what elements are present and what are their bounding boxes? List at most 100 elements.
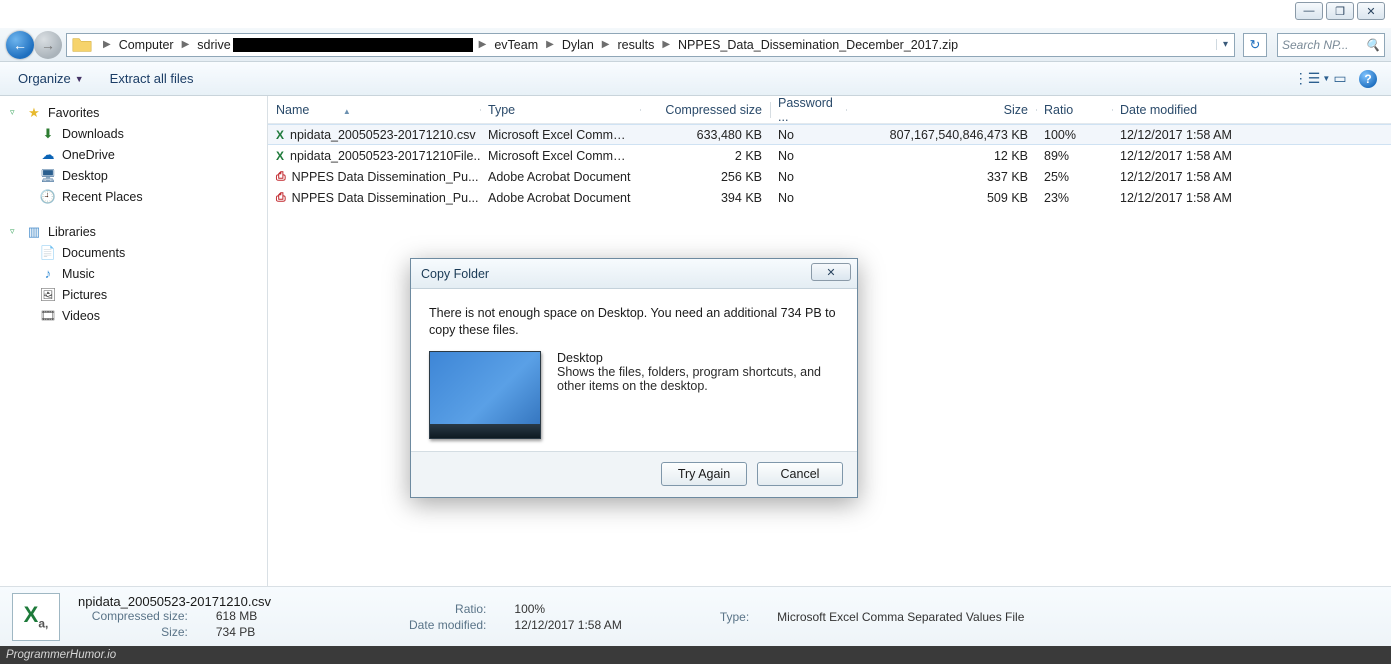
refresh-button[interactable]: ↻	[1243, 33, 1267, 57]
file-row[interactable]: ⎙NPPES Data Dissemination_Pu...Adobe Acr…	[268, 166, 1391, 187]
column-headers: Name ▲ Type Compressed size Password ...…	[268, 96, 1391, 124]
breadcrumb-segment[interactable]: results	[616, 36, 657, 54]
file-password: No	[770, 170, 846, 184]
tree-libraries-header[interactable]: ▿ ▥ Libraries	[0, 221, 267, 242]
breadcrumb-segment[interactable]: sdrive	[195, 36, 232, 54]
extract-all-button[interactable]: Extract all files	[104, 67, 200, 90]
file-compressed: 256 KB	[640, 170, 770, 184]
chevron-right-icon: ▶	[473, 39, 493, 50]
close-window-button[interactable]: ✕	[1357, 2, 1385, 20]
watermark-text: ProgrammerHumor.io	[6, 649, 116, 661]
details-value: 734 PB	[216, 625, 271, 639]
libraries-icon: ▥	[26, 224, 42, 240]
redacted-segment	[233, 38, 473, 52]
file-name: npidata_20050523-20171210File...	[290, 149, 480, 163]
breadcrumb-segment[interactable]: evTeam	[492, 36, 540, 54]
col-type[interactable]: Type	[480, 103, 640, 117]
file-size: 509 KB	[846, 191, 1036, 205]
tree-item[interactable]: 📄Documents	[0, 242, 267, 263]
file-row[interactable]: Xnpidata_20050523-20171210.csvMicrosoft …	[268, 124, 1391, 145]
chevron-down-icon: ▼	[75, 74, 84, 84]
file-date: 12/12/2017 1:58 AM	[1112, 149, 1272, 163]
minimize-button[interactable]: —	[1295, 2, 1323, 20]
file-thumbnail: Xa,	[12, 593, 60, 641]
col-size[interactable]: Size	[846, 103, 1036, 117]
chevron-right-icon: ▶	[596, 39, 616, 50]
file-size: 807,167,540,846,473 KB	[846, 128, 1036, 142]
tree-item-label: OneDrive	[62, 148, 115, 162]
view-icon: ⋮☰	[1294, 70, 1321, 87]
onedrive-icon: ☁	[40, 147, 56, 163]
start-orb-icon	[434, 424, 446, 436]
file-ratio: 89%	[1036, 149, 1112, 163]
desktop-icon: 🖥	[40, 168, 56, 184]
details-value: Microsoft Excel Comma Separated Values F…	[777, 610, 1024, 624]
details-value: 12/12/2017 1:58 AM	[514, 618, 621, 632]
cancel-button[interactable]: Cancel	[757, 462, 843, 486]
tree-item[interactable]: 🖥 Desktop	[0, 165, 267, 186]
forward-button[interactable]: →	[34, 31, 62, 59]
extract-label: Extract all files	[110, 71, 194, 86]
back-button[interactable]: ←	[6, 31, 34, 59]
help-button[interactable]: ?	[1357, 68, 1379, 90]
tree-item[interactable]: 🖼Pictures	[0, 284, 267, 305]
window-control-group: — ❐ ✕	[1295, 2, 1385, 20]
help-icon: ?	[1359, 70, 1377, 88]
preview-pane-button[interactable]: ▭	[1329, 68, 1351, 90]
search-icon: 🔍	[1365, 38, 1380, 52]
tree-item-label: Recent Places	[62, 190, 143, 204]
file-compressed: 2 KB	[640, 149, 770, 163]
tree-favorites-header[interactable]: ▿ ★ Favorites	[0, 102, 267, 123]
details-label: Type:	[720, 610, 753, 624]
address-dropdown[interactable]: ▾	[1216, 39, 1234, 50]
file-compressed: 633,480 KB	[640, 128, 770, 142]
col-ratio[interactable]: Ratio	[1036, 103, 1112, 117]
navigation-tree[interactable]: ▿ ★ Favorites ⬇Downloads ☁ OneDrive 🖥 Deskto…	[0, 96, 268, 586]
dialog-titlebar[interactable]: Copy Folder ✕	[411, 259, 857, 289]
search-input[interactable]: Search NP... 🔍	[1277, 33, 1385, 57]
tree-item[interactable]: ☁ OneDrive	[0, 144, 267, 165]
view-options-button[interactable]: ⋮☰ ▼	[1301, 68, 1323, 90]
col-compressed[interactable]: Compressed size	[640, 103, 770, 117]
organize-menu[interactable]: Organize ▼	[12, 67, 90, 90]
dialog-close-button[interactable]: ✕	[811, 263, 851, 281]
dest-name: Desktop	[557, 351, 827, 365]
music-icon: ♪	[40, 266, 56, 282]
tree-item-label: Desktop	[62, 169, 108, 183]
sort-asc-icon: ▲	[343, 107, 351, 116]
file-ratio: 23%	[1036, 191, 1112, 205]
recent-icon: 🕘	[40, 189, 56, 205]
maximize-button[interactable]: ❐	[1326, 2, 1354, 20]
organize-label: Organize	[18, 71, 71, 86]
pdf-icon: ⎙	[276, 169, 286, 185]
address-bar[interactable]: ▶Computer▶sdrive▶evTeam▶Dylan▶results▶NP…	[66, 33, 1235, 57]
desktop-thumbnail	[429, 351, 541, 439]
col-name[interactable]: Name ▲	[268, 103, 480, 117]
dialog-title: Copy Folder	[421, 267, 489, 281]
breadcrumb-segment[interactable]: NPPES_Data_Dissemination_December_2017.z…	[676, 36, 960, 54]
pictures-icon: 🖼	[40, 287, 56, 303]
col-password[interactable]: Password ...	[770, 96, 846, 124]
chevron-right-icon: ▶	[176, 39, 196, 50]
file-row[interactable]: ⎙NPPES Data Dissemination_Pu...Adobe Acr…	[268, 187, 1391, 208]
tree-item[interactable]: ⬇Downloads	[0, 123, 267, 144]
tree-item[interactable]: 🎞Videos	[0, 305, 267, 326]
details-filename: npidata_20050523-20171210.csv	[78, 594, 271, 609]
breadcrumb: ▶Computer▶sdrive▶evTeam▶Dylan▶results▶NP…	[97, 36, 1216, 54]
try-again-button[interactable]: Try Again	[661, 462, 747, 486]
search-placeholder: Search NP...	[1282, 38, 1365, 52]
tree-item[interactable]: ♪Music	[0, 263, 267, 284]
breadcrumb-segment[interactable]: Dylan	[560, 36, 596, 54]
file-row[interactable]: Xnpidata_20050523-20171210File...Microso…	[268, 145, 1391, 166]
tree-favorites-label: Favorites	[48, 106, 99, 120]
star-icon: ★	[26, 105, 42, 121]
file-date: 12/12/2017 1:58 AM	[1112, 128, 1272, 142]
videos-icon: 🎞	[40, 308, 56, 324]
excel-csv-icon: Xa,	[24, 602, 49, 630]
tree-item[interactable]: 🕘 Recent Places	[0, 186, 267, 207]
breadcrumb-segment[interactable]: Computer	[117, 36, 176, 54]
details-label: Compressed size:	[78, 609, 192, 623]
col-date[interactable]: Date modified	[1112, 103, 1272, 117]
file-type: Microsoft Excel Comma S...	[480, 149, 640, 163]
file-password: No	[770, 128, 846, 142]
